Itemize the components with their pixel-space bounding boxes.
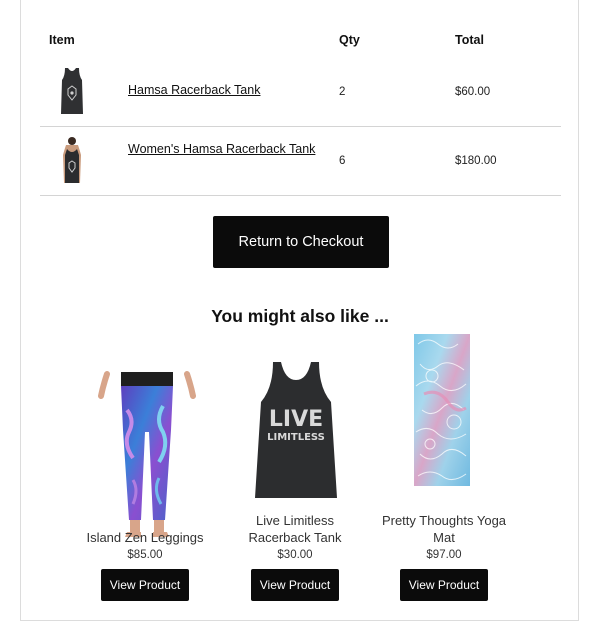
row-divider xyxy=(40,126,561,127)
view-product-button[interactable]: View Product xyxy=(251,569,339,601)
cart-item-qty: 2 xyxy=(339,86,346,98)
cart-item-name[interactable]: Hamsa Racerback Tank xyxy=(128,79,318,102)
cart-item-qty: 6 xyxy=(339,155,346,167)
cart-item-total: $60.00 xyxy=(455,86,491,98)
tank-image: LIVE LIMITLESS xyxy=(255,362,337,498)
womens-hamsa-tank-thumbnail xyxy=(63,137,81,183)
yoga-mat-image xyxy=(414,334,470,486)
header-item: Item xyxy=(49,33,75,47)
view-product-button[interactable]: View Product xyxy=(400,569,488,601)
hamsa-tank-thumbnail xyxy=(61,68,83,114)
product-price: $30.00 xyxy=(277,549,313,561)
cart-item-total: $180.00 xyxy=(455,155,497,167)
view-product-button[interactable]: View Product xyxy=(101,569,189,601)
svg-text:LIMITLESS: LIMITLESS xyxy=(267,432,325,443)
tank-graphic-text: LIVE xyxy=(269,407,323,432)
header-qty: Qty xyxy=(339,33,360,47)
product-name[interactable]: Live Limitless Racerback Tank xyxy=(225,512,365,546)
product-price: $85.00 xyxy=(127,549,163,561)
leggings-image xyxy=(98,371,196,537)
return-to-checkout-button[interactable]: Return to Checkout xyxy=(213,216,389,268)
row-divider xyxy=(40,195,561,196)
header-total: Total xyxy=(455,33,484,47)
recommendations-title: You might also like ... xyxy=(211,306,389,326)
product-price: $97.00 xyxy=(426,549,462,561)
product-name[interactable]: Island Zen Leggings xyxy=(75,529,215,546)
cart-item-name[interactable]: Women's Hamsa Racerback Tank xyxy=(128,138,318,161)
product-name[interactable]: Pretty Thoughts Yoga Mat xyxy=(374,512,514,546)
